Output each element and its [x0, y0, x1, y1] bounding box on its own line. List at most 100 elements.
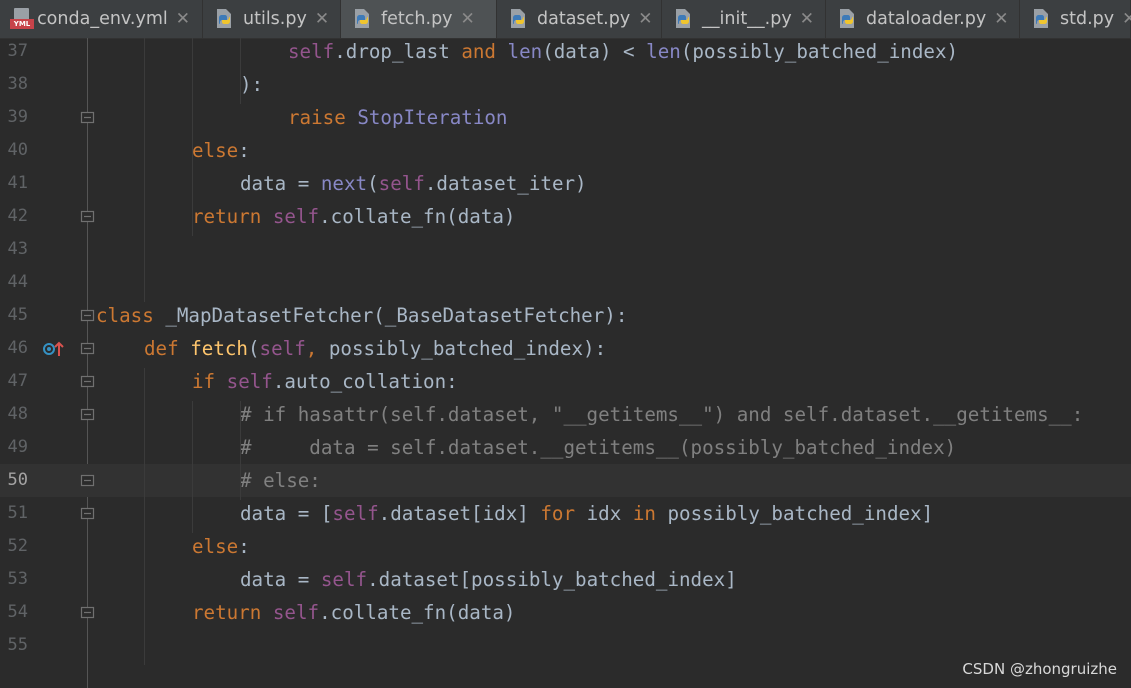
fold-toggle-icon[interactable] — [80, 308, 95, 323]
tab-dataset-py[interactable]: dataset.py ✕ — [497, 0, 662, 38]
code-line[interactable]: 51 data = [self.dataset[idx] for idx in p… — [0, 497, 1131, 530]
line-number[interactable]: 43 — [0, 233, 28, 266]
code-text[interactable]: raise StopIteration — [288, 101, 508, 134]
code-text[interactable]: data = next(self.dataset_iter) — [240, 167, 587, 200]
code-token: in — [632, 502, 668, 525]
code-line[interactable]: 48 # if hasattr(self.dataset, "__getitems… — [0, 398, 1131, 431]
tab-conda-env-yml[interactable]: YML conda_env.yml ✕ — [0, 0, 203, 38]
code-token: drop_last — [345, 40, 462, 63]
code-text[interactable]: return self.collate_fn(data) — [192, 596, 515, 629]
code-line[interactable]: 53 data = self.dataset[possibly_batched_i… — [0, 563, 1131, 596]
fold-toggle-icon[interactable] — [80, 374, 95, 389]
code-token: self — [272, 205, 320, 228]
code-token: # if hasattr(self.dataset, "__getitems__… — [240, 403, 1084, 426]
tab-std-py[interactable]: std.py ✕ — [1020, 0, 1131, 38]
line-number[interactable]: 37 — [0, 35, 28, 68]
tab-label: utils.py — [243, 9, 307, 29]
code-line[interactable]: 38): — [0, 68, 1131, 101]
line-number[interactable]: 55 — [0, 629, 28, 662]
line-number[interactable]: 45 — [0, 299, 28, 332]
close-tab-icon[interactable]: ✕ — [994, 9, 1008, 29]
code-token: _MapDatasetFetcher(_BaseDatasetFetcher): — [165, 304, 628, 327]
code-token: data = — [240, 568, 321, 591]
code-line[interactable]: 41 data = next(self.dataset_iter) — [0, 167, 1131, 200]
code-text[interactable]: data = [self.dataset[idx] for idx in pos… — [240, 497, 933, 530]
watermark: CSDN @zhongruizhe — [962, 660, 1117, 678]
close-tab-icon[interactable]: ✕ — [461, 9, 475, 29]
line-number[interactable]: 46 — [0, 332, 28, 365]
code-text[interactable]: # if hasattr(self.dataset, "__getitems__… — [240, 398, 1083, 431]
line-number[interactable]: 42 — [0, 200, 28, 233]
line-number[interactable]: 47 — [0, 365, 28, 398]
code-token: # else: — [240, 469, 321, 492]
close-tab-icon[interactable]: ✕ — [315, 9, 329, 29]
code-text[interactable]: else: — [192, 134, 250, 167]
code-text[interactable]: else: — [192, 530, 250, 563]
code-line[interactable]: 47 if self.auto_collation: — [0, 365, 1131, 398]
code-line[interactable]: 43 — [0, 233, 1131, 266]
code-token: self — [226, 370, 273, 393]
code-token: and — [461, 40, 496, 63]
code-line[interactable]: 45 class _MapDatasetFetcher(_BaseDatasetF… — [0, 299, 1131, 332]
fold-toggle-icon[interactable] — [80, 407, 95, 422]
line-number[interactable]: 39 — [0, 101, 28, 134]
code-line[interactable]: 39 raise StopIteration — [0, 101, 1131, 134]
line-number[interactable]: 41 — [0, 167, 28, 200]
code-text[interactable]: ): — [240, 68, 263, 101]
override-method-icon[interactable] — [42, 340, 66, 358]
line-number[interactable]: 49 — [0, 431, 28, 464]
code-token: self — [259, 337, 306, 360]
code-token: data = — [240, 172, 321, 195]
code-text[interactable]: self.drop_last and len(data) < len(possi… — [288, 35, 958, 68]
code-token: .dataset_iter) — [424, 172, 587, 195]
fold-toggle-icon[interactable] — [80, 605, 95, 620]
tab-fetch-py[interactable]: fetch.py ✕ — [341, 0, 497, 38]
fold-toggle-icon[interactable] — [80, 110, 95, 125]
line-number[interactable]: 38 — [0, 68, 28, 101]
code-line[interactable]: 55 — [0, 629, 1131, 662]
line-number[interactable]: 51 — [0, 497, 28, 530]
code-line[interactable]: 42 return self.collate_fn(data) — [0, 200, 1131, 233]
code-line[interactable]: 37 self.drop_last and len(data) < len(pos… — [0, 35, 1131, 68]
code-line[interactable]: 44 — [0, 266, 1131, 299]
code-line[interactable]: 50 # else: — [0, 464, 1131, 497]
tab-utils-py[interactable]: utils.py ✕ — [203, 0, 341, 38]
close-tab-icon[interactable]: ✕ — [1122, 9, 1131, 29]
line-number[interactable]: 44 — [0, 266, 28, 299]
line-number[interactable]: 48 — [0, 398, 28, 431]
line-number[interactable]: 50 — [0, 464, 28, 497]
code-text[interactable]: class _MapDatasetFetcher(_BaseDatasetFet… — [96, 299, 627, 332]
fold-toggle-icon[interactable] — [80, 473, 95, 488]
line-number[interactable]: 40 — [0, 134, 28, 167]
close-tab-icon[interactable]: ✕ — [638, 9, 652, 29]
code-line[interactable]: 52 else: — [0, 530, 1131, 563]
code-token: (possibly_batched_index) — [680, 40, 959, 63]
code-token: (data) < — [542, 40, 647, 63]
code-text[interactable]: # else: — [240, 464, 321, 497]
code-text[interactable]: def fetch(self, possibly_batched_index): — [144, 332, 606, 365]
fold-toggle-icon[interactable] — [80, 209, 95, 224]
line-number[interactable]: 52 — [0, 530, 28, 563]
line-number[interactable]: 54 — [0, 596, 28, 629]
code-editor[interactable]: 37 self.drop_last and len(data) < len(pos… — [0, 38, 1131, 688]
code-line[interactable]: 54 return self.collate_fn(data) — [0, 596, 1131, 629]
tab-init-py[interactable]: __init__.py ✕ — [662, 0, 826, 38]
tab-dataloader-py[interactable]: dataloader.py ✕ — [826, 0, 1020, 38]
fold-toggle-icon[interactable] — [80, 506, 95, 521]
close-tab-icon[interactable]: ✕ — [800, 9, 814, 29]
line-number[interactable]: 53 — [0, 563, 28, 596]
code-line[interactable]: 40 else: — [0, 134, 1131, 167]
code-text[interactable]: # data = self.dataset.__getitems__(possi… — [240, 431, 956, 464]
code-line[interactable]: 46 def fetch(self, possibly_batched_index… — [0, 332, 1131, 365]
close-tab-icon[interactable]: ✕ — [176, 9, 190, 29]
code-token: .dataset[possibly_batched_index] — [367, 568, 737, 591]
python-file-icon — [355, 9, 369, 28]
indent-guide — [144, 38, 145, 302]
tab-label: conda_env.yml — [37, 9, 168, 29]
code-text[interactable]: return self.collate_fn(data) — [192, 200, 515, 233]
code-line[interactable]: 49 # data = self.dataset.__getitems__(pos… — [0, 431, 1131, 464]
code-token: next — [320, 172, 368, 195]
code-text[interactable]: data = self.dataset[possibly_batched_ind… — [240, 563, 737, 596]
code-text[interactable]: if self.auto_collation: — [192, 365, 458, 398]
fold-toggle-icon[interactable] — [80, 341, 95, 356]
